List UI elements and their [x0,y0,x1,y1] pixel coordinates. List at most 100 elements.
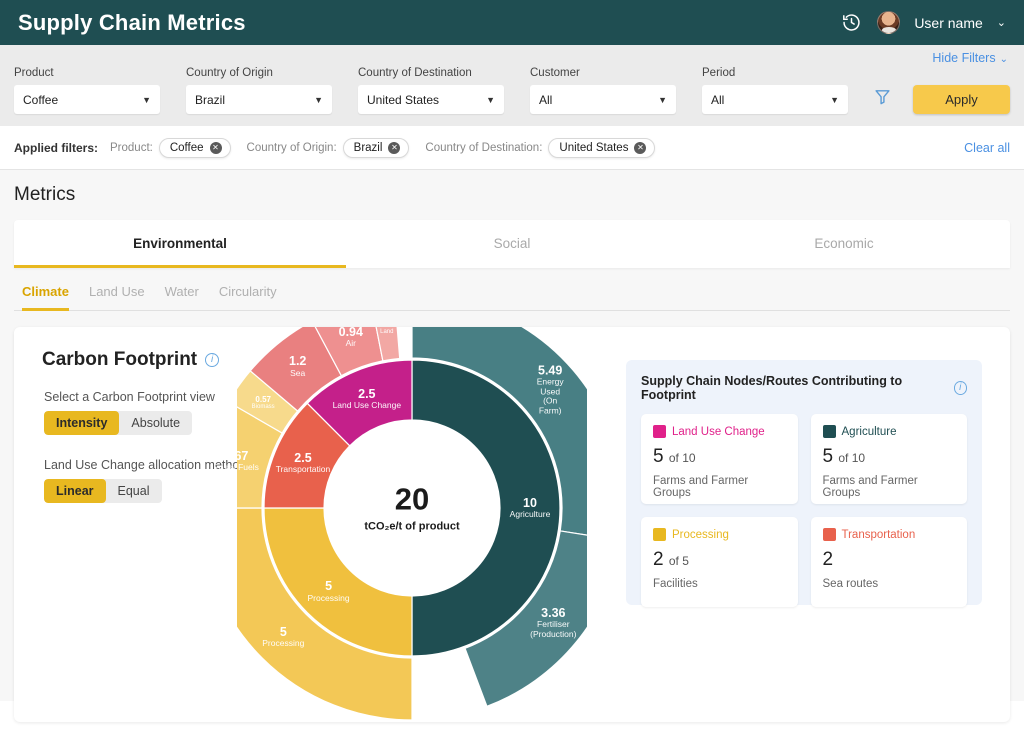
filter-label: Period [702,67,848,79]
nodes-panel-title-text: Supply Chain Nodes/Routes Contributing t… [641,374,947,402]
donut-svg [237,327,587,722]
close-icon[interactable]: ✕ [210,142,222,154]
info-icon[interactable]: i [954,381,967,395]
chevron-down-icon: ▼ [830,95,839,105]
chip-value: Brazil [354,142,383,154]
tab-circularity[interactable]: Circularity [219,284,277,311]
filter-country-of-origin: Country of Origin Brazil ▼ [186,67,332,114]
node-card-head: Land Use Change [653,425,786,438]
node-card-head: Agriculture [823,425,956,438]
node-card-sub: Facilities [653,578,786,590]
product-select[interactable]: Coffee ▼ [14,85,160,114]
node-card-processing[interactable]: Processing 2 of 5 Facilities [641,517,798,607]
username-label[interactable]: User name [914,15,982,31]
luc-allocation-equal[interactable]: Equal [106,479,162,503]
tab-environmental[interactable]: Environmental [14,220,346,268]
applied-filter-product: Product: Coffee ✕ [110,138,231,158]
factory-square-icon [653,528,666,541]
product-select-value: Coffee [23,93,58,107]
applied-filter-country-of-destination: Country of Destination: United States ✕ [425,138,655,158]
chip: Coffee ✕ [159,138,231,158]
chevron-down-icon[interactable]: ⌄ [997,16,1006,29]
chevron-down-icon: ▼ [658,95,667,105]
chart-square-icon [653,425,666,438]
node-card-count-value: 5 [823,446,834,467]
period-select[interactable]: All ▼ [702,85,848,114]
tab-social[interactable]: Social [346,220,678,268]
hide-filters-label: Hide Filters [932,51,995,65]
donut-hole [324,420,500,596]
country-of-destination-select[interactable]: United States ▼ [358,85,504,114]
tab-climate[interactable]: Climate [22,284,69,311]
close-icon[interactable]: ✕ [388,142,400,154]
close-icon[interactable]: ✕ [634,142,646,154]
country-of-destination-select-value: United States [367,93,439,107]
country-of-origin-select[interactable]: Brazil ▼ [186,85,332,114]
applied-filters-bar: Applied filters: Product: Coffee ✕ Count… [0,126,1024,170]
tab-economic[interactable]: Economic [678,220,1010,268]
carbon-view-absolute[interactable]: Absolute [119,411,192,435]
node-card-agriculture[interactable]: Agriculture 5 of 10 Farms and Farmer Gro… [811,414,968,504]
chip-key: Product: [110,142,153,154]
supply-chain-nodes-panel: Supply Chain Nodes/Routes Contributing t… [626,360,982,605]
nodes-panel-title: Supply Chain Nodes/Routes Contributing t… [641,374,967,402]
applied-filter-country-of-origin: Country of Origin: Brazil ✕ [247,138,410,158]
metrics-sub-tabs: Climate Land Use Water Circularity [14,268,1010,311]
filter-period: Period All ▼ [702,67,848,114]
chevron-down-icon: ▼ [314,95,323,105]
chip-key: Country of Origin: [247,142,337,154]
node-card-transportation[interactable]: Transportation 2 Sea routes [811,517,968,607]
chip-value: Coffee [170,142,204,154]
filter-customer: Customer All ▼ [530,67,676,114]
node-card-head: Transportation [823,528,956,541]
node-card-count-of: of 10 [669,451,696,465]
node-card-count: 5 of 10 [653,447,786,466]
chevron-down-icon: ▼ [486,95,495,105]
carbon-footprint-title-text: Carbon Footprint [42,349,197,371]
chip-key: Country of Destination: [425,142,542,154]
metrics-heading: Metrics [14,170,1010,220]
metrics-page: Metrics Environmental Social Economic Cl… [0,170,1024,701]
node-card-count: 2 of 5 [653,550,786,569]
chevron-down-icon: ⌄ [1000,54,1008,65]
tab-land-use[interactable]: Land Use [89,284,145,311]
node-card-count-of: of 5 [669,554,689,568]
app-header: Supply Chain Metrics User name ⌄ [0,0,1024,45]
filter-funnel-icon[interactable] [874,88,891,110]
period-select-value: All [711,93,724,107]
chevron-down-icon: ▼ [142,95,151,105]
info-icon[interactable]: i [205,353,219,367]
header-actions: User name ⌄ [839,11,1006,35]
ship-square-icon [823,528,836,541]
node-card-sub: Sea routes [823,578,956,590]
node-card-count: 2 [823,550,956,569]
node-card-name: Land Use Change [672,426,765,438]
page-title: Supply Chain Metrics [18,10,246,36]
node-card-count-value: 2 [823,549,834,570]
luc-allocation-linear[interactable]: Linear [44,479,106,503]
node-card-name: Agriculture [842,426,897,438]
carbon-footprint-title: Carbon Footprint i [42,349,219,371]
apply-button[interactable]: Apply [913,85,1010,114]
history-clock-icon[interactable] [839,11,863,35]
node-card-count-of: of 10 [838,451,865,465]
hide-filters-toggle[interactable]: Hide Filters ⌄ [14,45,1010,67]
clear-all-button[interactable]: Clear all [964,141,1010,155]
customer-select[interactable]: All ▼ [530,85,676,114]
node-card-count-value: 2 [653,549,664,570]
metrics-main-tabs: Environmental Social Economic [14,220,1010,268]
node-card-sub: Farms and Farmer Groups [653,475,786,499]
carbon-view-intensity[interactable]: Intensity [44,411,119,435]
node-card-land-use-change[interactable]: Land Use Change 5 of 10 Farms and Farmer… [641,414,798,504]
filter-label: Customer [530,67,676,79]
filter-country-of-destination: Country of Destination United States ▼ [358,67,504,114]
avatar[interactable] [877,11,900,34]
tab-water[interactable]: Water [165,284,199,311]
country-of-origin-select-value: Brazil [195,93,225,107]
carbon-footprint-card: Carbon Footprint i Select a Carbon Footp… [14,327,1010,722]
node-card-head: Processing [653,528,786,541]
luc-allocation-toggle: Linear Equal [44,479,162,503]
node-card-name: Processing [672,529,729,541]
carbon-view-toggle: Intensity Absolute [44,411,192,435]
filters-row: Product Coffee ▼ Country of Origin Brazi… [14,67,1010,114]
